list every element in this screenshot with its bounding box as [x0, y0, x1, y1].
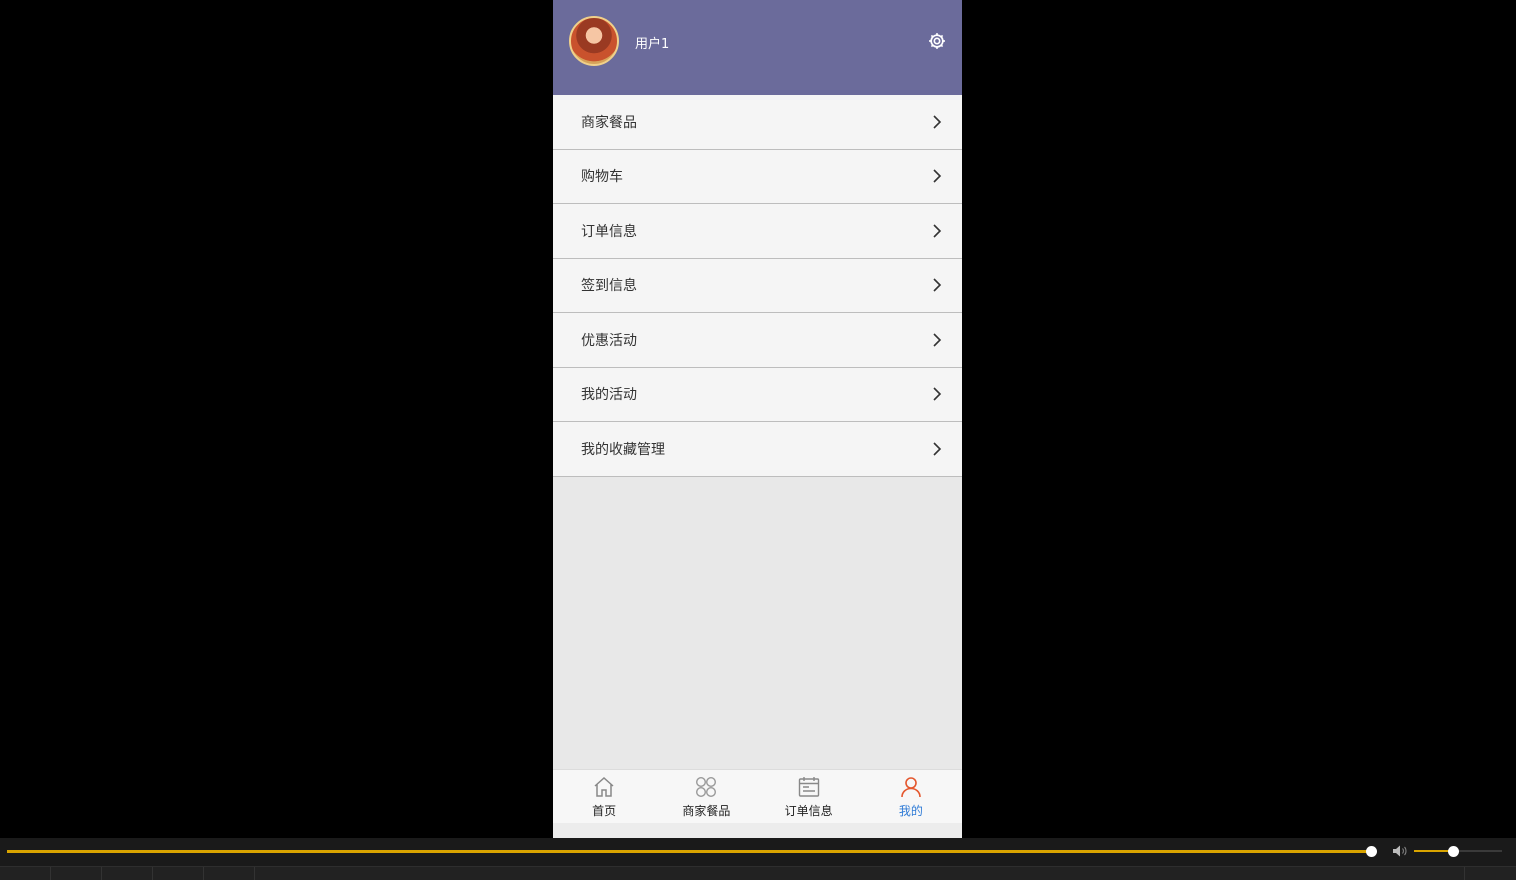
gear-icon[interactable] [927, 31, 947, 51]
chevron-right-icon [933, 333, 942, 347]
strip-segment [153, 867, 204, 880]
menu-item-merchant-dishes[interactable]: 商家餐品 [553, 95, 962, 150]
tab-label: 商家餐品 [682, 804, 731, 818]
chevron-right-icon [933, 278, 942, 292]
menu-item-label: 订单信息 [581, 223, 637, 240]
menu-item-label: 购物车 [581, 169, 623, 186]
tab-label: 订单信息 [784, 804, 833, 818]
strip-segment [204, 867, 255, 880]
video-player-controls [0, 838, 1516, 880]
menu-item-checkin[interactable]: 签到信息 [553, 258, 962, 313]
tab-mine[interactable]: 我的 [860, 770, 962, 823]
menu-item-cart[interactable]: 购物车 [553, 149, 962, 204]
username: 用户1 [635, 37, 670, 52]
avatar[interactable] [569, 16, 619, 66]
chevron-right-icon [933, 224, 942, 238]
strip-segment [255, 867, 1465, 880]
menu-item-promotions[interactable]: 优惠活动 [553, 313, 962, 368]
tab-label: 首页 [592, 804, 617, 818]
seek-bar[interactable] [7, 850, 1375, 853]
chevron-right-icon [933, 115, 942, 129]
menu-item-label: 签到信息 [581, 278, 637, 295]
profile-menu: 商家餐品 购物车 订单信息 签到信息 优惠活动 我的活动 我的收藏管理 [553, 95, 962, 477]
menu-item-orders[interactable]: 订单信息 [553, 204, 962, 259]
strip-segment [0, 867, 51, 880]
tab-label: 我的 [898, 804, 923, 818]
player-bottom-strip [0, 866, 1516, 880]
chevron-right-icon [933, 442, 942, 456]
menu-item-label: 我的活动 [581, 387, 637, 404]
screen: 用户1 商家餐品 购物车 订单信息 签到信息 优惠活动 我的活动 我的收藏管理 … [0, 0, 1516, 880]
volume-handle[interactable] [1448, 846, 1459, 857]
menu-item-favorites[interactable]: 我的收藏管理 [553, 422, 962, 477]
strip-segment [51, 867, 102, 880]
chevron-right-icon [933, 387, 942, 401]
mobile-app-frame: 用户1 商家餐品 购物车 订单信息 签到信息 优惠活动 我的活动 我的收藏管理 … [553, 0, 962, 838]
menu-item-my-activities[interactable]: 我的活动 [553, 367, 962, 422]
calendar-icon [798, 777, 819, 797]
bottom-tab-bar: 首页 商家餐品 订单信息 我的 [553, 769, 962, 823]
grid-icon [696, 776, 717, 798]
tab-orders[interactable]: 订单信息 [758, 770, 860, 823]
home-icon [594, 776, 614, 797]
menu-item-label: 商家餐品 [581, 114, 637, 131]
phone-footer [553, 823, 962, 838]
menu-item-label: 我的收藏管理 [581, 441, 665, 458]
menu-item-label: 优惠活动 [581, 332, 637, 349]
seek-handle[interactable] [1366, 846, 1377, 857]
user-icon [901, 777, 921, 798]
volume-icon[interactable] [1392, 844, 1408, 858]
chevron-right-icon [933, 169, 942, 183]
strip-segment [102, 867, 153, 880]
profile-header: 用户1 [553, 0, 962, 95]
tab-merchant-dishes[interactable]: 商家餐品 [655, 770, 757, 823]
tab-home[interactable]: 首页 [553, 770, 655, 823]
